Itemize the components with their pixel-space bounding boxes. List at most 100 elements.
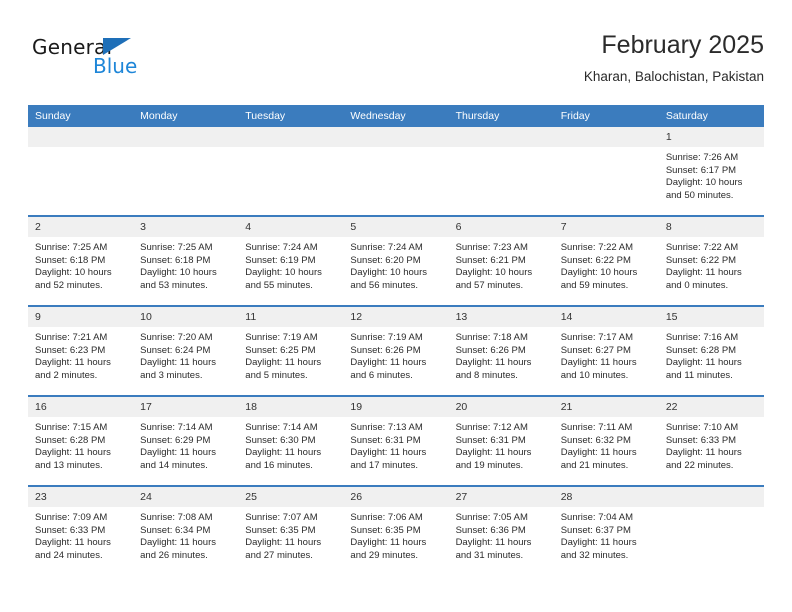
day-number: 18 — [238, 397, 344, 417]
calendar-day-cell[interactable]: 3 Sunrise: 7:25 AM Sunset: 6:18 PM Daylight… — [133, 215, 239, 306]
triangle-icon — [103, 38, 131, 55]
day-details: Sunrise: 7:04 AM Sunset: 6:37 PM Daylight:… — [554, 507, 659, 562]
calendar-day-cell[interactable]: 17 Sunrise: 7:14 AM Sunset: 6:29 PM Dayligh… — [133, 395, 239, 486]
sunrise-text: Sunrise: 7:04 AM — [560, 512, 634, 523]
calendar-day-cell[interactable]: 5 Sunrise: 7:24 AM Sunset: 6:20 PM Daylight… — [343, 215, 449, 306]
daylight-text-line1: Daylight: 11 hours — [665, 357, 742, 369]
calendar-day-cell[interactable]: 9 Sunrise: 7:21 AM Sunset: 6:23 PM Daylight… — [28, 305, 134, 396]
sunset-text: Sunset: 6:28 PM — [665, 344, 737, 356]
day-number: 5 — [343, 217, 449, 237]
day-number: 21 — [553, 397, 659, 417]
sunrise-text: Sunrise: 7:12 AM — [455, 422, 528, 433]
sunset-text: Sunset: 6:28 PM — [35, 434, 106, 446]
calendar-week-row: 2 Sunrise: 7:25 AM Sunset: 6:18 PM Daylight… — [28, 215, 764, 306]
daylight-text-line2: and 19 minutes. — [455, 459, 524, 471]
sunset-text: Sunset: 6:22 PM — [560, 254, 631, 266]
daylight-text-line1: Daylight: 10 hours — [455, 267, 533, 279]
daylight-text-line1: Daylight: 11 hours — [350, 537, 427, 549]
calendar-week-row: 1 Sunrise: 7:26 AM Sunset: 6:17 PM Daylight… — [28, 127, 764, 216]
day-number: 2 — [28, 217, 134, 237]
calendar-day-cell[interactable]: 26 Sunrise: 7:06 AM Sunset: 6:35 PM Dayligh… — [343, 485, 449, 575]
day-number — [343, 127, 449, 147]
day-details: Sunrise: 7:22 AM Sunset: 6:22 PM Daylight:… — [554, 237, 659, 292]
calendar-day-cell[interactable]: 11 Sunrise: 7:19 AM Sunset: 6:25 PM Dayligh… — [238, 305, 344, 396]
day-number — [553, 127, 659, 147]
calendar-day-cell[interactable]: 8 Sunrise: 7:22 AM Sunset: 6:22 PM Daylight… — [658, 215, 764, 306]
calendar-day-cell[interactable]: 23 Sunrise: 7:09 AM Sunset: 6:33 PM Dayligh… — [28, 485, 134, 575]
calendar-day-cell[interactable]: 13 Sunrise: 7:18 AM Sunset: 6:26 PM Dayligh… — [448, 305, 554, 396]
calendar-day-cell[interactable]: 18 Sunrise: 7:14 AM Sunset: 6:30 PM Dayligh… — [238, 395, 344, 486]
day-number — [658, 487, 764, 507]
page-header: General Blue February 2025 Kharan, Baloc… — [28, 28, 764, 100]
day-details: Sunrise: 7:12 AM Sunset: 6:31 PM Daylight:… — [449, 417, 554, 472]
day-number: 26 — [343, 487, 449, 507]
daylight-text-line2: and 29 minutes. — [350, 549, 419, 561]
day-details: Sunrise: 7:13 AM Sunset: 6:31 PM Daylight:… — [343, 417, 448, 472]
calendar-day-cell[interactable]: 27 Sunrise: 7:05 AM Sunset: 6:36 PM Dayligh… — [448, 485, 554, 575]
calendar-week-row: 23 Sunrise: 7:09 AM Sunset: 6:33 PM Dayligh… — [28, 485, 764, 575]
calendar-day-cell[interactable]: 2 Sunrise: 7:25 AM Sunset: 6:18 PM Daylight… — [28, 215, 134, 306]
calendar-day-cell[interactable]: 7 Sunrise: 7:22 AM Sunset: 6:22 PM Daylight… — [553, 215, 659, 306]
daylight-text-line1: Daylight: 10 hours — [665, 177, 743, 189]
calendar-day-cell[interactable]: 6 Sunrise: 7:23 AM Sunset: 6:21 PM Daylight… — [448, 215, 554, 306]
day-details: Sunrise: 7:14 AM Sunset: 6:29 PM Daylight:… — [133, 417, 238, 472]
calendar-day-cell[interactable]: 28 Sunrise: 7:04 AM Sunset: 6:37 PM Dayligh… — [553, 485, 659, 575]
day-number: 1 — [658, 127, 764, 147]
calendar-day-cell[interactable]: 14 Sunrise: 7:17 AM Sunset: 6:27 PM Dayligh… — [553, 305, 659, 396]
daylight-text-line2: and 17 minutes. — [350, 459, 419, 471]
daylight-text-line1: Daylight: 11 hours — [245, 447, 322, 459]
daylight-text-line2: and 52 minutes. — [35, 279, 103, 291]
day-details: Sunrise: 7:24 AM Sunset: 6:20 PM Daylight:… — [343, 237, 448, 292]
day-number: 23 — [28, 487, 134, 507]
day-number: 13 — [448, 307, 554, 327]
sunset-text: Sunset: 6:23 PM — [35, 344, 106, 356]
day-details: Sunrise: 7:17 AM Sunset: 6:27 PM Daylight:… — [554, 327, 659, 382]
day-number — [133, 127, 239, 147]
day-number: 14 — [553, 307, 659, 327]
daylight-text-line2: and 13 minutes. — [35, 459, 103, 471]
sunrise-text: Sunrise: 7:15 AM — [35, 422, 108, 433]
page-title: February 2025 — [601, 31, 764, 59]
sunrise-text: Sunrise: 7:19 AM — [350, 332, 423, 343]
day-details: Sunrise: 7:26 AM Sunset: 6:17 PM Daylight:… — [659, 147, 764, 202]
calendar-day-cell[interactable]: 12 Sunrise: 7:19 AM Sunset: 6:26 PM Dayligh… — [343, 305, 449, 396]
day-number: 15 — [658, 307, 764, 327]
sunset-text: Sunset: 6:27 PM — [560, 344, 631, 356]
calendar-day-cell-empty — [553, 127, 659, 216]
calendar-day-cell[interactable]: 1 Sunrise: 7:26 AM Sunset: 6:17 PM Daylight… — [658, 127, 764, 216]
sunset-text: Sunset: 6:31 PM — [455, 434, 526, 446]
calendar-day-cell[interactable]: 20 Sunrise: 7:12 AM Sunset: 6:31 PM Dayligh… — [448, 395, 554, 486]
calendar-day-cell[interactable]: 21 Sunrise: 7:11 AM Sunset: 6:32 PM Dayligh… — [553, 395, 659, 486]
daylight-text-line2: and 10 minutes. — [560, 369, 629, 381]
calendar-day-cell[interactable]: 4 Sunrise: 7:24 AM Sunset: 6:19 PM Daylight… — [238, 215, 344, 306]
calendar-day-cell[interactable]: 25 Sunrise: 7:07 AM Sunset: 6:35 PM Dayligh… — [238, 485, 344, 575]
sunrise-text: Sunrise: 7:11 AM — [560, 422, 633, 433]
sunset-text: Sunset: 6:26 PM — [350, 344, 421, 356]
sunrise-text: Sunrise: 7:18 AM — [455, 332, 528, 343]
day-details: Sunrise: 7:07 AM Sunset: 6:35 PM Daylight:… — [238, 507, 343, 562]
daylight-text-line2: and 2 minutes. — [35, 369, 98, 381]
sunset-text: Sunset: 6:30 PM — [245, 434, 316, 446]
calendar-day-cell[interactable]: 19 Sunrise: 7:13 AM Sunset: 6:31 PM Dayligh… — [343, 395, 449, 486]
sunrise-text: Sunrise: 7:14 AM — [140, 422, 213, 433]
day-details: Sunrise: 7:08 AM Sunset: 6:34 PM Daylight:… — [133, 507, 238, 562]
day-number: 11 — [238, 307, 344, 327]
day-number: 24 — [133, 487, 239, 507]
calendar-day-cell-empty — [238, 127, 344, 216]
day-number: 12 — [343, 307, 449, 327]
daylight-text-line2: and 31 minutes. — [455, 549, 524, 561]
daylight-text-line2: and 22 minutes. — [665, 459, 734, 471]
calendar-day-cell[interactable]: 10 Sunrise: 7:20 AM Sunset: 6:24 PM Dayligh… — [133, 305, 239, 396]
sunrise-text: Sunrise: 7:13 AM — [350, 422, 423, 433]
daylight-text-line2: and 55 minutes. — [245, 279, 313, 291]
calendar-day-cell[interactable]: 24 Sunrise: 7:08 AM Sunset: 6:34 PM Dayligh… — [133, 485, 239, 575]
daylight-text-line1: Daylight: 11 hours — [665, 267, 742, 279]
calendar-day-cell[interactable]: 22 Sunrise: 7:10 AM Sunset: 6:33 PM Dayligh… — [658, 395, 764, 486]
day-details: Sunrise: 7:25 AM Sunset: 6:18 PM Daylight:… — [28, 237, 133, 292]
calendar-day-cell[interactable]: 15 Sunrise: 7:16 AM Sunset: 6:28 PM Dayligh… — [658, 305, 764, 396]
calendar-day-cell[interactable]: 16 Sunrise: 7:15 AM Sunset: 6:28 PM Dayligh… — [28, 395, 134, 486]
calendar-day-cell-empty — [658, 485, 764, 575]
calendar-grid: Sunday Monday Tuesday Wednesday Thursday… — [28, 105, 764, 575]
calendar-day-cell-empty — [133, 127, 239, 216]
general-blue-logo[interactable]: General Blue — [32, 36, 212, 88]
